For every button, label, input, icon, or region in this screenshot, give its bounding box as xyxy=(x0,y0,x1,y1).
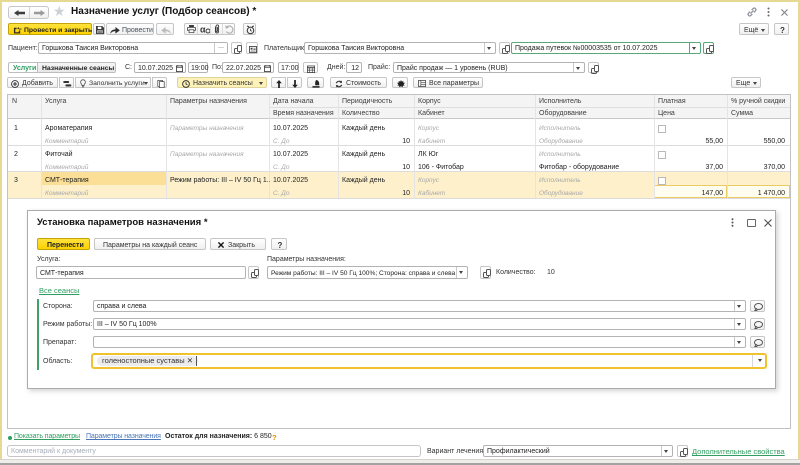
svg-text:α: α xyxy=(200,25,206,35)
